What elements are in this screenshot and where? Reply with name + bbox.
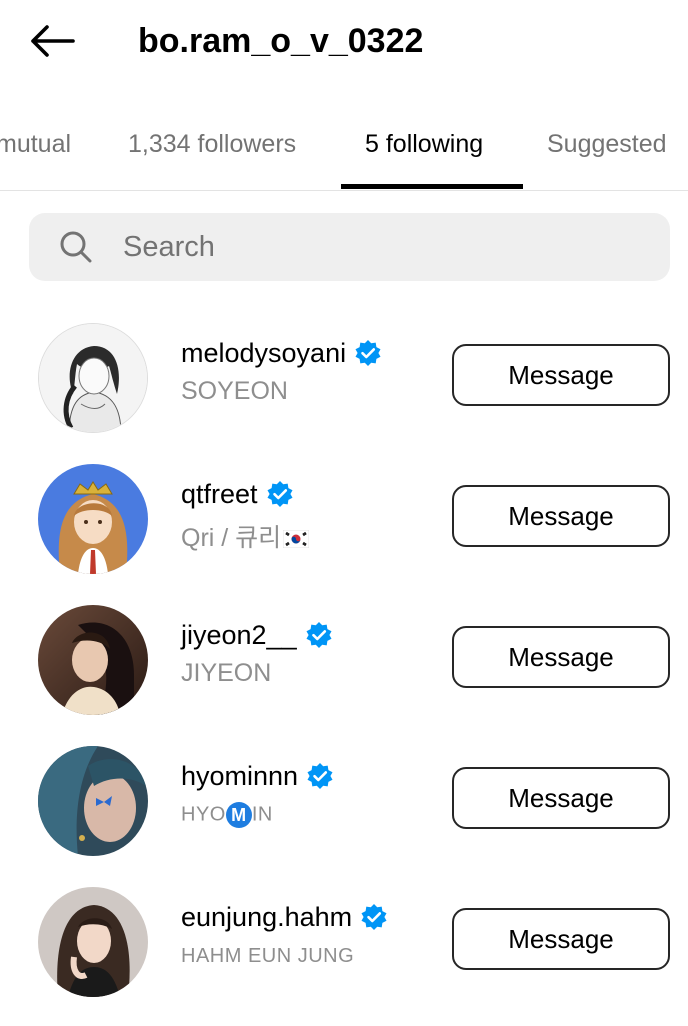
arrow-left-icon (31, 25, 75, 57)
avatar[interactable] (38, 605, 148, 715)
full-name: HAHM EUN JUNG (181, 945, 355, 967)
username[interactable]: qtfreet (181, 479, 258, 510)
tab-following[interactable]: 5 following (365, 112, 483, 176)
avatar[interactable] (38, 746, 148, 856)
avatar[interactable] (38, 464, 148, 574)
tab-suggested[interactable]: Suggested (547, 112, 667, 176)
list-item[interactable]: eunjung.hahm HAHM EUN JUNG Message (0, 885, 688, 1026)
m-badge-icon: M (225, 802, 252, 828)
full-name: Qri / 큐리 (181, 518, 310, 554)
list-item[interactable]: qtfreet Qri / 큐리 Message (0, 462, 688, 603)
tab-bar: mutual 1,334 followers 5 following Sugge… (0, 112, 688, 191)
list-item[interactable]: hyominnn HYO M IN Message (0, 744, 688, 885)
username[interactable]: melodysoyani (181, 338, 346, 369)
verified-badge-icon (355, 340, 381, 366)
header: bo.ram_o_v_0322 (0, 0, 688, 82)
message-button[interactable]: Message (452, 767, 670, 829)
avatar[interactable] (38, 887, 148, 997)
list-item[interactable]: melodysoyani SOYEON Message (0, 321, 688, 462)
tab-followers[interactable]: 1,334 followers (128, 112, 296, 176)
active-tab-indicator (341, 184, 523, 189)
message-button[interactable]: Message (452, 344, 670, 406)
full-name: JIYEON (181, 659, 272, 687)
message-button[interactable]: Message (452, 626, 670, 688)
page-title: bo.ram_o_v_0322 (138, 22, 424, 60)
verified-badge-icon (267, 481, 293, 507)
tab-mutual[interactable]: mutual (0, 112, 71, 176)
back-button[interactable] (26, 18, 78, 64)
message-button[interactable]: Message (452, 908, 670, 970)
full-name: SOYEON (181, 377, 288, 405)
avatar[interactable] (38, 323, 148, 433)
search-bar[interactable] (29, 213, 670, 281)
username[interactable]: hyominnn (181, 761, 298, 792)
list-item[interactable]: jiyeon2__ JIYEON Message (0, 603, 688, 744)
username[interactable]: jiyeon2__ (181, 620, 297, 651)
south-korea-flag-icon (283, 530, 310, 549)
search-input[interactable] (123, 213, 643, 281)
verified-badge-icon (306, 622, 332, 648)
full-name: HYO M IN (181, 802, 273, 828)
search-icon (60, 231, 92, 263)
message-button[interactable]: Message (452, 485, 670, 547)
verified-badge-icon (307, 763, 333, 789)
username[interactable]: eunjung.hahm (181, 902, 352, 933)
verified-badge-icon (361, 904, 387, 930)
